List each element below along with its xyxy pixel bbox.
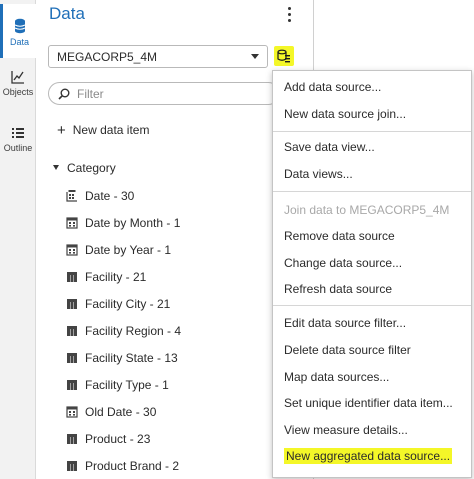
data-item[interactable]: Date by Month - 1 — [66, 209, 306, 236]
filter-placeholder: Filter — [77, 87, 104, 101]
category-icon — [67, 298, 77, 309]
more-options-icon[interactable] — [284, 6, 294, 24]
menu-separator — [273, 305, 471, 306]
filter-input[interactable]: Filter — [48, 82, 280, 105]
data-item-list: Date - 30 Date by Month - 1 Date by Year -… — [66, 182, 306, 479]
data-item-label: Date by Year - 1 — [85, 242, 172, 257]
category-label: Category — [67, 161, 116, 175]
chart-line-icon — [11, 71, 24, 84]
menu-item[interactable]: Add data source... — [273, 77, 471, 97]
menu-item-label: Set unique identifier data item... — [284, 396, 453, 410]
menu-item[interactable]: Refresh data source — [273, 279, 471, 299]
data-item-label: Facility Region - 4 — [85, 323, 182, 338]
data-item[interactable]: Facility State - 13 — [66, 344, 306, 371]
data-item[interactable]: Facility City - 21 — [66, 290, 306, 317]
category-group-header[interactable]: Category — [53, 161, 116, 175]
menu-item: Join data to MEGACORP5_4M — [273, 200, 471, 220]
data-item[interactable]: Product - 23 — [66, 425, 306, 452]
data-item[interactable]: Old Date - 30 — [66, 398, 306, 425]
data-item-label: Facility State - 13 — [85, 350, 178, 365]
datasource-menu-button[interactable] — [274, 46, 294, 66]
menu-item[interactable]: New aggregated data source... — [273, 446, 471, 466]
menu-item[interactable]: Edit data source filter... — [273, 313, 471, 333]
collapse-triangle-icon — [53, 165, 59, 170]
new-data-item-label: New data item — [72, 123, 150, 137]
chevron-down-icon — [251, 54, 259, 59]
database-icon — [14, 18, 25, 34]
data-item[interactable]: Product Brand - 2 — [66, 452, 306, 479]
menu-item[interactable]: View measure details... — [273, 420, 471, 440]
category-icon — [67, 460, 77, 471]
rail-tab-outline[interactable]: Outline — [0, 126, 36, 162]
category-icon — [67, 352, 77, 363]
menu-item-label: Refresh data source — [284, 282, 393, 296]
plus-icon: + — [57, 122, 66, 139]
menu-item[interactable]: New data source join... — [273, 104, 471, 124]
data-item-label: Old Date - 30 — [85, 404, 157, 419]
datasource-dropdown-menu: Add data source... New data source join..… — [272, 70, 472, 478]
datasource-select-value: MEGACORP5_4M — [57, 50, 158, 64]
data-item-label: Facility City - 21 — [85, 296, 171, 311]
calendar-icon — [66, 244, 78, 256]
data-item-label: Date by Month - 1 — [85, 215, 181, 230]
menu-item-label: Data views... — [284, 167, 353, 181]
menu-item[interactable]: Remove data source — [273, 226, 471, 246]
menu-separator — [273, 191, 471, 192]
date-icon — [66, 190, 77, 202]
menu-item-label: New data source join... — [284, 107, 407, 121]
category-icon — [67, 379, 77, 390]
rail-tab-data[interactable]: Data — [0, 4, 36, 58]
calendar-icon — [66, 406, 78, 418]
data-item-label: Product Brand - 2 — [85, 458, 180, 473]
menu-item-label: Delete data source filter — [284, 343, 411, 357]
data-item[interactable]: Facility - 21 — [66, 263, 306, 290]
datasource-menu-icon — [277, 49, 290, 63]
data-item-label: Facility Type - 1 — [85, 377, 169, 392]
data-item-label: Date - 30 — [85, 188, 135, 203]
data-item[interactable]: Facility Type - 1 — [66, 371, 306, 398]
rail-tab-data-label: Data — [9, 37, 29, 47]
menu-item[interactable]: Save data view... — [273, 137, 471, 157]
new-data-item-button[interactable]: + New data item — [57, 122, 149, 139]
menu-item-label: New aggregated data source... — [284, 448, 453, 464]
menu-item[interactable]: Map data sources... — [273, 367, 471, 387]
rail-tab-objects-label: Objects — [2, 87, 34, 97]
menu-item-label: Save data view... — [284, 140, 375, 154]
app-root: Data Objects Outline Data MEGACORP5_4M F… — [0, 0, 474, 479]
pane-title: Data — [49, 4, 85, 23]
search-icon — [58, 88, 70, 100]
data-item-label: Product - 23 — [85, 431, 151, 446]
menu-item[interactable]: Change data source... — [273, 253, 471, 273]
menu-item-label: Remove data source — [284, 229, 395, 243]
menu-item-label: Change data source... — [284, 256, 403, 270]
data-item[interactable]: Date - 30 — [66, 182, 306, 209]
left-rail: Data Objects Outline — [0, 0, 36, 479]
data-item-label: Facility - 21 — [85, 269, 147, 284]
menu-item-label: Join data to MEGACORP5_4M — [284, 203, 450, 217]
menu-item[interactable]: Data views... — [273, 164, 471, 184]
menu-item-label: Add data source... — [284, 80, 382, 94]
menu-item-label: View measure details... — [284, 423, 408, 437]
category-icon — [67, 271, 77, 282]
datasource-select[interactable]: MEGACORP5_4M — [48, 45, 268, 68]
menu-item[interactable]: Set unique identifier data item... — [273, 393, 471, 413]
outline-list-icon — [12, 128, 24, 138]
category-icon — [67, 325, 77, 336]
rail-tab-objects[interactable]: Objects — [0, 70, 36, 106]
category-icon — [67, 433, 77, 444]
rail-tab-outline-label: Outline — [3, 143, 33, 153]
menu-item-label: Map data sources... — [284, 370, 390, 384]
calendar-icon — [66, 217, 78, 229]
menu-separator — [273, 131, 471, 132]
data-item[interactable]: Facility Region - 4 — [66, 317, 306, 344]
menu-item-label: Edit data source filter... — [284, 316, 407, 330]
data-item[interactable]: Date by Year - 1 — [66, 236, 306, 263]
menu-item[interactable]: Delete data source filter — [273, 340, 471, 360]
